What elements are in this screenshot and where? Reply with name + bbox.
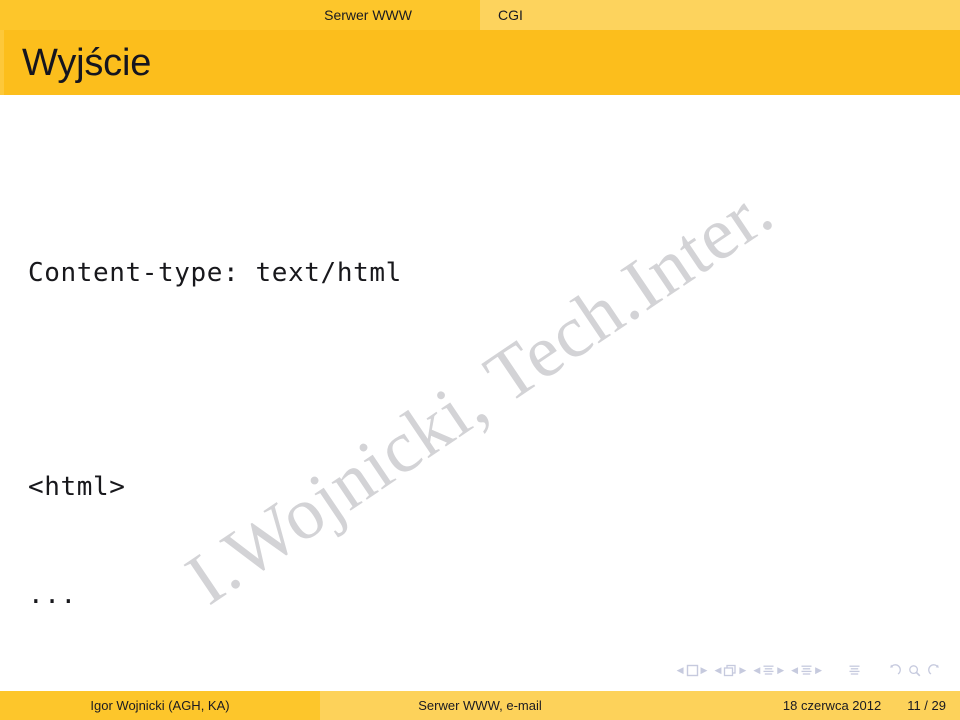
beamer-navigation-symbols[interactable]: ◀ ▶ ◀ ▶ ◀ ▶ ◀ ▶ — [677, 664, 942, 677]
search-icon[interactable] — [908, 664, 921, 677]
footer-title: Serwer WWW, e-mail — [320, 691, 640, 720]
code-line: <html> — [28, 472, 126, 502]
footer-date: 18 czerwca 2012 — [782, 698, 882, 713]
section-icon[interactable] — [800, 664, 813, 677]
nav-section-serwer-www[interactable]: Serwer WWW — [0, 0, 480, 30]
footer-meta: 18 czerwca 2012 11 / 29 — [640, 691, 960, 720]
slide-navigation-group[interactable]: ◀ ▶ — [677, 664, 708, 677]
subsection-icon[interactable] — [762, 664, 775, 677]
subsection-navigation-group[interactable]: ◀ ▶ — [753, 664, 784, 677]
redo-icon[interactable] — [928, 664, 942, 677]
code-line: Content-type: text/html — [28, 258, 402, 288]
frame-title-bar: Wyjście — [0, 30, 960, 95]
footer-bar: Igor Wojnicki (AGH, KA) Serwer WWW, e-ma… — [0, 691, 960, 720]
frame-icon[interactable] — [723, 664, 737, 677]
nav-section-label: Serwer WWW — [324, 7, 412, 23]
undo-icon[interactable] — [887, 664, 901, 677]
chevron-left-icon[interactable]: ◀ — [714, 666, 721, 675]
section-navigation-group[interactable]: ◀ ▶ — [791, 664, 822, 677]
section-navigation-bar: Serwer WWW CGI — [0, 0, 960, 30]
slide-content-area: I.Wojnicki, Tech.Inter. Content-type: te… — [0, 95, 960, 660]
chevron-right-icon[interactable]: ▶ — [777, 666, 784, 675]
frame-navigation-group[interactable]: ◀ ▶ — [714, 664, 746, 677]
title-bar-edge-accent — [0, 30, 4, 95]
nav-section-label: CGI — [498, 7, 523, 23]
nav-section-cgi[interactable]: CGI — [480, 0, 960, 30]
chevron-left-icon[interactable]: ◀ — [753, 666, 760, 675]
chevron-right-icon[interactable]: ▶ — [815, 666, 822, 675]
presentation-slide: Serwer WWW CGI Wyjście I.Wojnicki, Tech.… — [0, 0, 960, 720]
footer-title-label: Serwer WWW, e-mail — [418, 698, 542, 713]
chevron-left-icon[interactable]: ◀ — [791, 666, 798, 675]
chevron-right-icon[interactable]: ▶ — [701, 666, 708, 675]
footer-author: Igor Wojnicki (AGH, KA) — [0, 691, 320, 720]
code-listing: Content-type: text/html <html> ... </htm… — [28, 183, 402, 660]
code-line: ... — [28, 580, 77, 610]
chevron-left-icon[interactable]: ◀ — [677, 666, 684, 675]
chevron-right-icon[interactable]: ▶ — [739, 666, 746, 675]
page-title: Wyjście — [22, 41, 152, 84]
slide-icon[interactable] — [686, 664, 699, 677]
footer-author-label: Igor Wojnicki (AGH, KA) — [90, 698, 230, 713]
presentation-icon[interactable] — [848, 664, 861, 677]
footer-page-number: 11 / 29 — [907, 698, 946, 713]
